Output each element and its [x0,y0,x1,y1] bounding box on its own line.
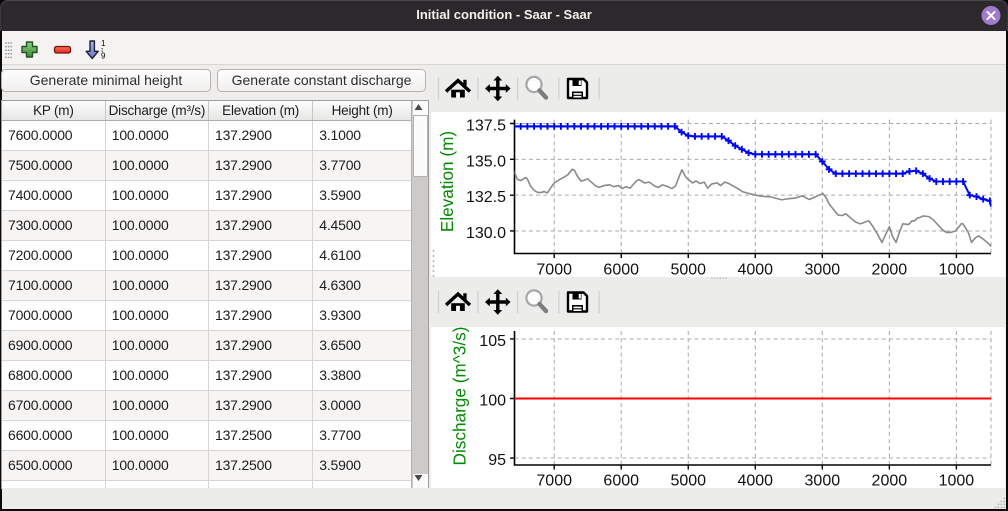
svg-text:7000: 7000 [536,473,572,490]
svg-text:1000: 1000 [939,473,975,490]
svg-text:2000: 2000 [872,473,908,490]
svg-text:Elevation (m): Elevation (m) [437,131,457,232]
svg-text:4000: 4000 [737,262,773,279]
svg-text:Discharge (m^3/s): Discharge (m^3/s) [449,327,469,466]
svg-text:5000: 5000 [670,473,706,490]
svg-text:6000: 6000 [603,473,639,490]
svg-text:135.0: 135.0 [466,153,506,170]
svg-text:3000: 3000 [805,262,841,279]
svg-text:105: 105 [479,333,506,350]
svg-text:9: 9 [101,52,106,61]
svg-text:1000: 1000 [939,262,975,279]
svg-text:5000: 5000 [670,262,706,279]
svg-text:130.0: 130.0 [466,225,506,242]
svg-text:4000: 4000 [737,473,773,490]
svg-text:6000: 6000 [603,262,639,279]
svg-text:100: 100 [479,393,506,410]
svg-text:2000: 2000 [872,262,908,279]
svg-text:95: 95 [488,452,506,469]
svg-text:3000: 3000 [805,473,841,490]
svg-text:132.5: 132.5 [466,189,506,206]
svg-text:137.5: 137.5 [466,118,506,135]
svg-text:7000: 7000 [536,262,572,279]
svg-text:1: 1 [101,39,106,48]
